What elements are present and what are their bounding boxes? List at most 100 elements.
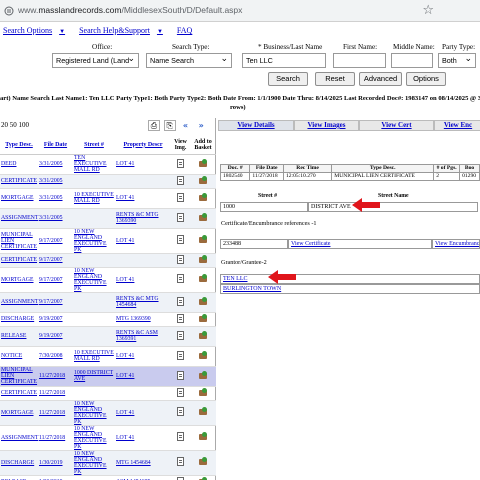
- view-certificate-link[interactable]: View Certificate: [288, 239, 432, 249]
- cell-property-link[interactable]: LOT 41: [116, 161, 134, 167]
- advanced-button[interactable]: Advanced: [359, 72, 402, 86]
- cell-file-date[interactable]: 9/17/2007: [38, 228, 73, 254]
- cell-file-date[interactable]: 7/30/2008: [38, 346, 73, 367]
- previous-page-icon[interactable]: «: [180, 121, 192, 132]
- cell-street[interactable]: [73, 174, 115, 189]
- cell-add-basket[interactable]: [190, 400, 216, 426]
- add-to-basket-icon[interactable]: [198, 254, 208, 264]
- cell-view-image[interactable]: [171, 400, 190, 426]
- party-link-burlington-town[interactable]: BURLINGTON TOWN: [220, 284, 480, 294]
- add-to-basket-icon[interactable]: [198, 432, 208, 441]
- cell-type-desc-link[interactable]: MORTGAGE: [1, 195, 34, 201]
- cell-street-link[interactable]: 10 NEW ENGLAND EXECUTIVE PK: [74, 268, 107, 292]
- cell-street-link[interactable]: 1000 DISTRICT AVE: [74, 370, 113, 382]
- cell-file-date[interactable]: 3/31/2005: [38, 188, 73, 209]
- cell-property-link[interactable]: LOT 41: [116, 410, 134, 416]
- cell-file-date[interactable]: 9/17/2007: [38, 292, 73, 313]
- table-row[interactable]: RELEASE1/30/2019 ASM 1454685: [0, 475, 216, 480]
- cell-street[interactable]: [73, 386, 115, 401]
- table-row[interactable]: ASSIGNMENT 3/31/2005 RENTS &C MTG 1369390: [0, 208, 216, 229]
- add-to-basket-icon[interactable]: [198, 192, 208, 202]
- add-to-basket-icon[interactable]: [198, 476, 208, 480]
- cell-file-date-link[interactable]: 3/31/2005: [39, 161, 63, 167]
- add-to-basket-icon[interactable]: [198, 370, 208, 380]
- search-help-menu[interactable]: Search Help&Support ▼: [79, 26, 169, 35]
- cell-street[interactable]: 10 NEW ENGLAND EXECUTIVE PK: [73, 425, 115, 451]
- cell-street[interactable]: [73, 475, 115, 480]
- first-name-input[interactable]: [333, 53, 386, 68]
- cell-type-desc-link[interactable]: DEED: [1, 161, 16, 167]
- cell-type-desc[interactable]: CERTIFICATE: [0, 174, 38, 189]
- view-encumbrance-link[interactable]: View Encumbrance: [432, 239, 480, 249]
- add-to-basket-icon[interactable]: [198, 407, 208, 416]
- search-options-menu[interactable]: Search Options ▼: [3, 26, 71, 35]
- cell-type-desc-link[interactable]: MUNICIPAL LIEN CERTIFICATE: [1, 367, 37, 385]
- add-to-basket-icon[interactable]: [198, 235, 208, 244]
- party-type-select[interactable]: Both: [438, 53, 476, 68]
- cell-file-date-link[interactable]: 11/27/2018: [39, 373, 65, 379]
- cell-street[interactable]: [73, 208, 115, 229]
- cell-view-image[interactable]: [171, 208, 190, 229]
- cell-type-desc-link[interactable]: DISCHARGE: [1, 316, 34, 322]
- view-document-icon[interactable]: [177, 407, 184, 416]
- cell-view-image[interactable]: [171, 425, 190, 451]
- cell-add-basket[interactable]: [190, 425, 216, 451]
- table-row[interactable]: CERTIFICATE 3/31/2005: [0, 174, 216, 189]
- cell-type-desc[interactable]: NOTICE: [0, 346, 38, 367]
- cell-type-desc-link[interactable]: CERTIFICATE: [1, 257, 37, 263]
- reset-button[interactable]: Reset: [315, 72, 355, 86]
- cell-add-basket[interactable]: [190, 292, 216, 313]
- cell-view-image[interactable]: [171, 154, 190, 175]
- cell-file-date-link[interactable]: 9/19/2007: [39, 333, 63, 339]
- cell-file-date[interactable]: 11/27/2018: [38, 366, 73, 387]
- cell-add-basket[interactable]: [190, 253, 216, 268]
- cell-view-image[interactable]: [171, 253, 190, 268]
- cell-street[interactable]: [73, 312, 115, 327]
- next-page-icon[interactable]: »: [195, 121, 207, 132]
- cell-street-link[interactable]: 10 NEW ENGLAND EXECUTIVE PK: [74, 426, 107, 450]
- cell-street[interactable]: [73, 253, 115, 268]
- cell-type-desc[interactable]: RELEASE: [0, 475, 38, 480]
- cell-view-image[interactable]: [171, 475, 190, 480]
- cell-add-basket[interactable]: [190, 208, 216, 229]
- search-button[interactable]: Search: [268, 72, 308, 86]
- add-to-basket-icon[interactable]: [198, 350, 208, 360]
- cell-file-date[interactable]: 3/31/2005: [38, 174, 73, 189]
- add-to-basket-icon[interactable]: [198, 158, 208, 168]
- table-row[interactable]: RELEASE 9/19/2007 RENTS &C ASM 1369391: [0, 326, 216, 347]
- cell-property[interactable]: ASM 1454685: [115, 475, 171, 480]
- add-to-basket-icon[interactable]: [198, 175, 208, 185]
- cell-type-desc[interactable]: DISCHARGE: [0, 450, 38, 476]
- cell-type-desc-link[interactable]: NOTICE: [1, 353, 22, 359]
- add-to-basket-icon[interactable]: [198, 387, 208, 397]
- table-row[interactable]: MORTGAGE 9/17/2007 10 NEW ENGLAND EXECUTIV…: [0, 267, 216, 293]
- view-document-icon[interactable]: [177, 296, 184, 306]
- cell-file-date[interactable]: 1/30/2019: [38, 475, 73, 480]
- cell-file-date-link[interactable]: 3/31/2005: [39, 215, 63, 221]
- cell-street[interactable]: TEN EXECUTIVE MALL RD: [73, 154, 115, 175]
- tab-view-cert[interactable]: View Cert: [359, 120, 434, 131]
- cell-add-basket[interactable]: [190, 326, 216, 347]
- cell-file-date[interactable]: 3/31/2005: [38, 208, 73, 229]
- cell-property[interactable]: RENTS &C MTG 1369390: [115, 208, 171, 229]
- cell-view-image[interactable]: [171, 188, 190, 209]
- cell-file-date[interactable]: 11/27/2018: [38, 386, 73, 401]
- cell-type-desc[interactable]: CERTIFICATE: [0, 386, 38, 401]
- cell-property-link[interactable]: RENTS &C ASM 1369391: [116, 330, 158, 342]
- cell-property-link[interactable]: RENTS &C MTG 1369390: [116, 212, 159, 224]
- tab-view-enc[interactable]: View Enc: [434, 120, 480, 131]
- cell-type-desc-link[interactable]: MORTGAGE: [1, 410, 34, 416]
- cell-file-date-link[interactable]: 7/30/2008: [39, 353, 63, 359]
- options-button[interactable]: Options: [406, 72, 446, 86]
- table-row[interactable]: MUNICIPAL LIEN CERTIFICATE 9/17/2007 10 NE…: [0, 228, 216, 254]
- cell-file-date-link[interactable]: 3/31/2005: [39, 178, 63, 184]
- view-document-icon[interactable]: [177, 330, 184, 340]
- cell-type-desc-link[interactable]: ASSIGNMENT: [1, 435, 38, 441]
- cell-property[interactable]: [115, 253, 171, 268]
- cell-property[interactable]: LOT 41: [115, 188, 171, 209]
- print-icon[interactable]: ⎙: [148, 120, 160, 131]
- cell-file-date[interactable]: 11/27/2018: [38, 425, 73, 451]
- table-row[interactable]: ASSIGNMENT 11/27/2018 10 NEW ENGLAND EXECU…: [0, 425, 216, 451]
- cell-property-link[interactable]: LOT 41: [116, 195, 134, 201]
- col-header-date[interactable]: File Date: [38, 136, 73, 155]
